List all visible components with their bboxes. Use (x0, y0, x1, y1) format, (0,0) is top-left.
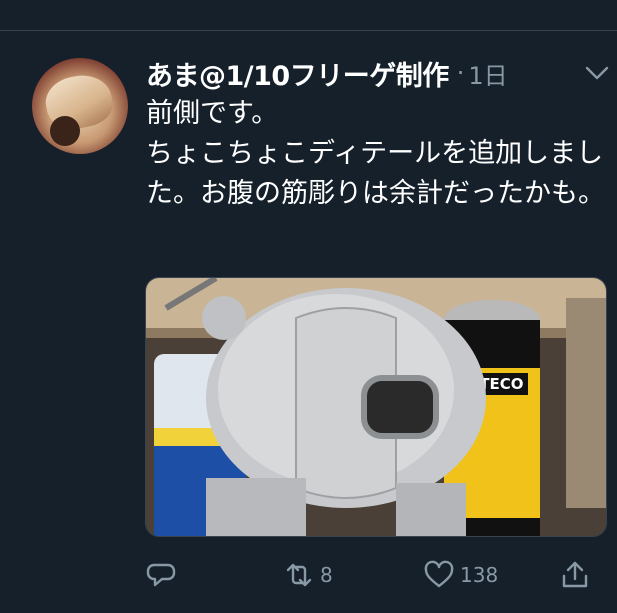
reply-button[interactable] (146, 558, 176, 592)
tweet-card[interactable]: あま@1/10フリーゲ制作 · 1日 前側です。 ちょこちょこディテールを追加し… (0, 31, 617, 613)
timestamp[interactable]: 1日 (468, 56, 507, 91)
retweet-icon (286, 563, 312, 587)
retweet-count: 8 (320, 563, 333, 587)
share-button[interactable] (560, 558, 590, 592)
chevron-down-icon[interactable] (584, 64, 610, 82)
tweet-actions: 8 138 (146, 558, 606, 592)
share-icon (562, 561, 588, 588)
reply-icon (146, 563, 176, 587)
retweet-button[interactable]: 8 (284, 558, 333, 592)
like-count: 138 (460, 563, 499, 587)
tweet-text: 前側です。 ちょこちょこディテールを追加しました。お腹の筋彫りは余計だったかも。 (146, 98, 605, 209)
like-button[interactable]: 138 (424, 558, 498, 592)
photo-illustration: ALTECO (146, 278, 606, 536)
avatar-figure-ear (50, 116, 80, 146)
header-separator: · (456, 59, 465, 87)
tweet-header: あま@1/10フリーゲ制作 · 1日 (146, 54, 508, 93)
display-name[interactable]: あま@1/10フリーゲ制作 (146, 54, 449, 93)
heart-icon (424, 560, 454, 588)
tweet-media-photo[interactable]: ALTECO (145, 277, 607, 537)
avatar[interactable] (32, 58, 128, 154)
